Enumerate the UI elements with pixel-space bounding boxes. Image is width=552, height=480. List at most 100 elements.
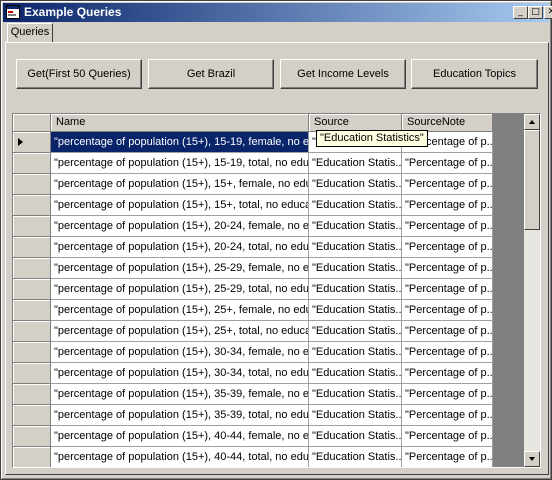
row-header-corner	[13, 114, 51, 132]
cell-name[interactable]: "percentage of population (15+), 35-39, …	[51, 384, 309, 405]
cell-sourcenote[interactable]: "Percentage of p...	[402, 447, 493, 467]
cell-sourcenote[interactable]: "Percentage of p...	[402, 195, 493, 216]
cell-name[interactable]: "percentage of population (15+), 15+, fe…	[51, 174, 309, 195]
cell-source[interactable]: "Education Statis...	[309, 384, 402, 405]
cell-sourcenote[interactable]: "Percentage of p...	[402, 342, 493, 363]
cell-name[interactable]: "percentage of population (15+), 40-44, …	[51, 426, 309, 447]
cell-source[interactable]: "Education Statis...	[309, 258, 402, 279]
table-row[interactable]: "percentage of population (15+), 15-19, …	[13, 153, 493, 174]
table-row[interactable]: "percentage of population (15+), 25-29, …	[13, 279, 493, 300]
row-header[interactable]	[13, 237, 51, 258]
table-row[interactable]: "percentage of population (15+), 40-44, …	[13, 426, 493, 447]
tab-queries[interactable]: Queries	[7, 23, 53, 43]
row-header[interactable]	[13, 216, 51, 237]
row-header[interactable]	[13, 300, 51, 321]
cell-sourcenote[interactable]: "Percentage of p...	[402, 384, 493, 405]
table-row[interactable]: "percentage of population (15+), 30-34, …	[13, 342, 493, 363]
current-row-arrow-icon	[18, 138, 23, 146]
cell-source[interactable]: "Education Statis...	[309, 279, 402, 300]
cell-source[interactable]: "Education Statis...	[309, 321, 402, 342]
cell-sourcenote[interactable]: "Percentage of p...	[402, 258, 493, 279]
table-row[interactable]: "percentage of population (15+), 20-24, …	[13, 216, 493, 237]
cell-source[interactable]: "Education Statis...	[309, 174, 402, 195]
get-first-50-queries-button[interactable]: Get(First 50 Queries)	[16, 59, 142, 89]
cell-name[interactable]: "percentage of population (15+), 25+, fe…	[51, 300, 309, 321]
row-header[interactable]	[13, 321, 51, 342]
up-arrow-icon	[529, 120, 535, 124]
column-header-name[interactable]: Name	[51, 114, 309, 132]
table-row[interactable]: "percentage of population (15+), 20-24, …	[13, 237, 493, 258]
table-row[interactable]: "percentage of population (15+), 15+, to…	[13, 195, 493, 216]
row-header[interactable]	[13, 426, 51, 447]
scroll-up-button[interactable]	[524, 114, 540, 130]
cell-name[interactable]: "percentage of population (15+), 15-19, …	[51, 153, 309, 174]
education-topics-button[interactable]: Education Topics	[411, 59, 538, 89]
cell-name[interactable]: "percentage of population (15+), 30-34, …	[51, 342, 309, 363]
cell-name[interactable]: "percentage of population (15+), 20-24, …	[51, 216, 309, 237]
cell-sourcenote[interactable]: "Percentage of p...	[402, 153, 493, 174]
cell-sourcenote[interactable]: "Percentage of p...	[402, 405, 493, 426]
cell-source[interactable]: "Education Statis...	[309, 237, 402, 258]
table-row[interactable]: "percentage of population (15+), 30-34, …	[13, 363, 493, 384]
maximize-button[interactable]: □	[528, 6, 543, 19]
app-window: Example Queries _ □ ✕ Queries Get(First …	[0, 0, 552, 480]
row-header[interactable]	[13, 279, 51, 300]
cell-source[interactable]: "Education Statis...	[309, 363, 402, 384]
row-header[interactable]	[13, 258, 51, 279]
cell-sourcenote[interactable]: "Percentage of p...	[402, 300, 493, 321]
scroll-down-button[interactable]	[524, 451, 540, 467]
cell-sourcenote[interactable]: "Percentage of p...	[402, 216, 493, 237]
cell-name[interactable]: "percentage of population (15+), 30-34, …	[51, 363, 309, 384]
row-header[interactable]	[13, 405, 51, 426]
get-brazil-button[interactable]: Get Brazil	[148, 59, 274, 89]
table-row[interactable]: "percentage of population (15+), 25-29, …	[13, 258, 493, 279]
cell-sourcenote[interactable]: "Percentage of p...	[402, 237, 493, 258]
row-header[interactable]	[13, 384, 51, 405]
cell-name[interactable]: "percentage of population (15+), 25-29, …	[51, 279, 309, 300]
cell-source[interactable]: "Education Statis...	[309, 153, 402, 174]
tab-strip: Queries	[3, 23, 549, 43]
minimize-button[interactable]: _	[513, 6, 528, 19]
table-row[interactable]: "percentage of population (15+), 35-39, …	[13, 405, 493, 426]
cell-source[interactable]: "Education Statis...	[309, 426, 402, 447]
cell-source[interactable]: "Education Statis...	[309, 447, 402, 467]
cell-sourcenote[interactable]: "Percentage of p...	[402, 363, 493, 384]
table-row[interactable]: "percentage of population (15+), 40-44, …	[13, 447, 493, 467]
row-header[interactable]	[13, 363, 51, 384]
cell-name[interactable]: "percentage of population (15+), 25-29, …	[51, 258, 309, 279]
vertical-scrollbar[interactable]	[524, 114, 540, 467]
cell-source[interactable]: "Education Statis...	[309, 216, 402, 237]
table-row[interactable]: "percentage of population (15+), 25+, to…	[13, 321, 493, 342]
cell-sourcenote[interactable]: "Percentage of p...	[402, 279, 493, 300]
table-row[interactable]: "percentage of population (15+), 15+, fe…	[13, 174, 493, 195]
cell-name[interactable]: "percentage of population (15+), 20-24, …	[51, 237, 309, 258]
window-title: Example Queries	[24, 5, 122, 19]
cell-name[interactable]: "percentage of population (15+), 15-19, …	[51, 132, 309, 153]
get-income-levels-button[interactable]: Get Income Levels	[280, 59, 406, 89]
row-header[interactable]	[13, 447, 51, 467]
table-row[interactable]: "percentage of population (15+), 25+, fe…	[13, 300, 493, 321]
row-header[interactable]	[13, 153, 51, 174]
cell-source[interactable]: "Education Statis...	[309, 405, 402, 426]
data-grid[interactable]: Name Source SourceNote "percentage of po…	[12, 113, 541, 468]
row-header[interactable]	[13, 342, 51, 363]
table-row[interactable]: "percentage of population (15+), 35-39, …	[13, 384, 493, 405]
row-header[interactable]	[13, 195, 51, 216]
row-header[interactable]	[13, 132, 51, 153]
scroll-thumb[interactable]	[524, 130, 540, 230]
close-button[interactable]: ✕	[544, 6, 552, 19]
cell-sourcenote[interactable]: "Percentage of p...	[402, 426, 493, 447]
cell-source[interactable]: "Education Statis...	[309, 195, 402, 216]
cell-name[interactable]: "percentage of population (15+), 15+, to…	[51, 195, 309, 216]
title-bar[interactable]: Example Queries _ □ ✕	[3, 3, 552, 22]
cell-name[interactable]: "percentage of population (15+), 40-44, …	[51, 447, 309, 467]
app-icon	[6, 5, 20, 19]
cell-tooltip: "Education Statistics"	[316, 130, 428, 147]
cell-sourcenote[interactable]: "Percentage of p...	[402, 321, 493, 342]
cell-name[interactable]: "percentage of population (15+), 25+, to…	[51, 321, 309, 342]
cell-source[interactable]: "Education Statis...	[309, 342, 402, 363]
cell-source[interactable]: "Education Statis...	[309, 300, 402, 321]
row-header[interactable]	[13, 174, 51, 195]
cell-name[interactable]: "percentage of population (15+), 35-39, …	[51, 405, 309, 426]
cell-sourcenote[interactable]: "Percentage of p...	[402, 174, 493, 195]
